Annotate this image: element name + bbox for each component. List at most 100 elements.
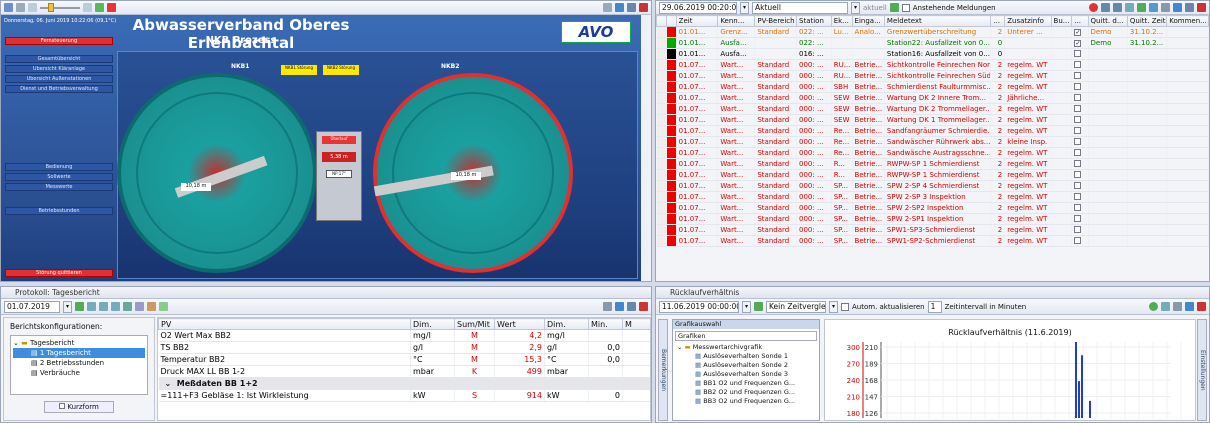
quitt-checkbox[interactable] [1071, 70, 1089, 82]
table-row[interactable]: 01.07... Wart... Standard 000: ... Re... Betr… [656, 125, 1209, 137]
table-row[interactable]: =111+F3 Gebläse 1: Ist Wirkleistung kW S 91… [158, 389, 650, 402]
tree-item[interactable]: ▦ Auslöseverhalten Sonde 1 [673, 352, 819, 361]
col-header[interactable]: Zusatzinfo [1004, 15, 1052, 27]
close-window-icon[interactable] [639, 302, 648, 311]
col-header[interactable]: Station [796, 15, 832, 27]
table-row[interactable]: 01.07... Wart... Standard 000: ... SBH Betrie… [656, 81, 1209, 93]
layout2-icon[interactable] [99, 302, 108, 311]
menu-gesamt[interactable]: Gesamtübersicht [5, 55, 113, 63]
refresh-icon[interactable] [754, 302, 763, 311]
table-row[interactable]: O2 Wert Max BB2 mg/l M 4,2 mg/l [158, 329, 650, 342]
menu-aussen[interactable]: Übersicht Außenstationen [5, 75, 113, 83]
quitt-checkbox[interactable] [1071, 125, 1089, 137]
col-header[interactable]: Einga... [851, 15, 885, 27]
fernsteuerung-button[interactable]: Fernsteuerung [5, 37, 113, 45]
menu-betriebsstunden[interactable]: Betriebsstunden [5, 207, 113, 215]
filter-icon[interactable] [1125, 3, 1134, 12]
table-row[interactable]: 01.07... Wart... Standard 000: ... SP... Betr… [656, 202, 1209, 214]
kurzform-button[interactable]: Kurzform [44, 401, 114, 413]
col-header[interactable]: Bu... [1050, 15, 1073, 27]
col-header[interactable]: Zeit [675, 15, 719, 27]
table-row[interactable]: TS BB2 g/l M 2,9 g/l 0,0 [158, 341, 650, 354]
close-window-icon[interactable] [639, 3, 648, 12]
auto-checkbox[interactable] [841, 302, 849, 311]
tree-item[interactable]: ▦ BB1 O2 und Frequenzen G... [673, 379, 819, 388]
anstehend-checkbox[interactable] [901, 3, 910, 12]
col-header[interactable]: Wert [494, 318, 545, 330]
quitt-checkbox[interactable] [1071, 147, 1089, 159]
table-row[interactable]: 01.01... Ausfa... 016: ... Station16: Ausfa… [656, 48, 1209, 60]
quitt-checkbox[interactable]: ✓ [1071, 37, 1089, 49]
table-row[interactable]: 01.07... Wart... Standard 000: ... Re... Betr… [656, 147, 1209, 159]
quitt-checkbox[interactable] [1071, 169, 1089, 181]
tree-item[interactable]: ▦ BB3 O2 und Frequenzen G... [673, 397, 819, 406]
ruecklauf-datetime[interactable]: 11.06.2019 00:00:00 [659, 300, 739, 313]
pin-icon[interactable] [615, 302, 624, 311]
check-all-icon[interactable] [1149, 3, 1158, 12]
col-header[interactable]: Dim. [544, 318, 589, 330]
datetime-dropdown[interactable]: ▾ [740, 1, 749, 14]
check-icon[interactable] [159, 302, 168, 311]
mode-dropdown[interactable]: ▾ [851, 1, 860, 14]
mode-select[interactable]: Aktuell [752, 1, 848, 14]
window-icon[interactable] [1185, 3, 1194, 12]
layout-icon[interactable] [1161, 302, 1170, 311]
col-header[interactable]: Quitt. d... [1087, 15, 1128, 27]
menu-messwerte[interactable]: Messwerte [5, 183, 113, 191]
interval-input[interactable]: 1 [927, 300, 942, 313]
fit-icon[interactable] [95, 3, 104, 12]
quitt-checkbox[interactable]: ✓ [1071, 26, 1089, 38]
zoom-in-icon[interactable] [83, 3, 92, 12]
ruecklauf-datetime-dropdown[interactable]: ▾ [742, 300, 751, 313]
col-header[interactable]: Min. [588, 318, 623, 330]
chart-icon[interactable] [135, 302, 144, 311]
pin-icon[interactable] [615, 3, 624, 12]
col-header[interactable] [656, 15, 668, 27]
menu-bedienung[interactable]: Bedienung [5, 163, 113, 171]
print-icon[interactable] [603, 3, 612, 12]
alarm-icon[interactable] [1089, 3, 1098, 12]
col-header[interactable]: Meldetext [883, 15, 992, 27]
col-header[interactable] [666, 15, 677, 27]
col-header[interactable]: Kommen... [1166, 15, 1209, 27]
datetime-input[interactable]: 29.06.2019 00:20:00 [659, 1, 737, 14]
protokoll-date-dropdown[interactable]: ▾ [63, 300, 72, 313]
redo-icon[interactable] [16, 3, 25, 12]
table-row[interactable]: 01.07... Wart... Standard 000: ... SEW Betrie… [656, 103, 1209, 115]
quitt-checkbox[interactable] [1071, 224, 1089, 236]
close-window-icon[interactable] [1197, 3, 1206, 12]
table-row[interactable]: 01.07... Wart... Standard 000: ... SP... Betr… [656, 191, 1209, 203]
menu-sollwerte[interactable]: Sollwerte [5, 173, 113, 181]
quitt-checkbox[interactable] [1071, 59, 1089, 71]
protokoll-date[interactable]: 01.07.2019 [4, 300, 60, 313]
table-row[interactable]: 01.07... Wart... Standard 000: ... R... Betri… [656, 158, 1209, 170]
window-icon[interactable] [627, 302, 636, 311]
zoom-slider[interactable] [40, 2, 80, 12]
menu-klaeranlage[interactable]: Übersicht Kläranlage [5, 65, 113, 73]
print-icon[interactable] [1173, 302, 1182, 311]
group-row[interactable]: ⌄ Meßdaten BB 1+2 [158, 377, 650, 390]
print-icon[interactable] [1161, 3, 1170, 12]
col-header[interactable]: Ek... [830, 15, 853, 27]
quitt-checkbox[interactable] [1071, 158, 1089, 170]
col-header[interactable]: Quitt. Zeit [1126, 15, 1168, 27]
col-header[interactable]: M [622, 318, 650, 330]
tree-item[interactable]: ▦ BB2 O2 und Frequenzen G... [673, 388, 819, 397]
col-header[interactable]: PV [158, 318, 411, 330]
settings-icon[interactable] [1149, 302, 1158, 311]
table-row[interactable]: 01.01... Grenz... Standard 022: ... Lu... Ana… [656, 26, 1209, 38]
table-row[interactable]: 01.07... Wart... Standard 000: ... Re... Betr… [656, 136, 1209, 148]
check-icon[interactable] [1137, 3, 1146, 12]
table-row[interactable]: 01.07... Wart... Standard 000: ... SP... Betr… [656, 180, 1209, 192]
refresh-icon[interactable] [75, 302, 84, 311]
refresh-icon[interactable] [889, 3, 899, 12]
close-icon[interactable] [107, 3, 116, 12]
settings-icon[interactable] [147, 302, 156, 311]
col-header[interactable]: ... [990, 15, 1006, 27]
quitt-checkbox[interactable] [1071, 92, 1089, 104]
table-row[interactable]: 01.07... Wart... Standard 000: ... SP... Betr… [656, 235, 1209, 247]
zoom-out-icon[interactable] [28, 3, 37, 12]
menu-dienst[interactable]: Dienst und Betriebsverwaltung [5, 85, 113, 93]
tree-root[interactable]: ⌄ ▬ Messwertarchivgrafik [673, 343, 819, 352]
tree-item-3[interactable]: ▤ Verbräuche [13, 368, 145, 378]
